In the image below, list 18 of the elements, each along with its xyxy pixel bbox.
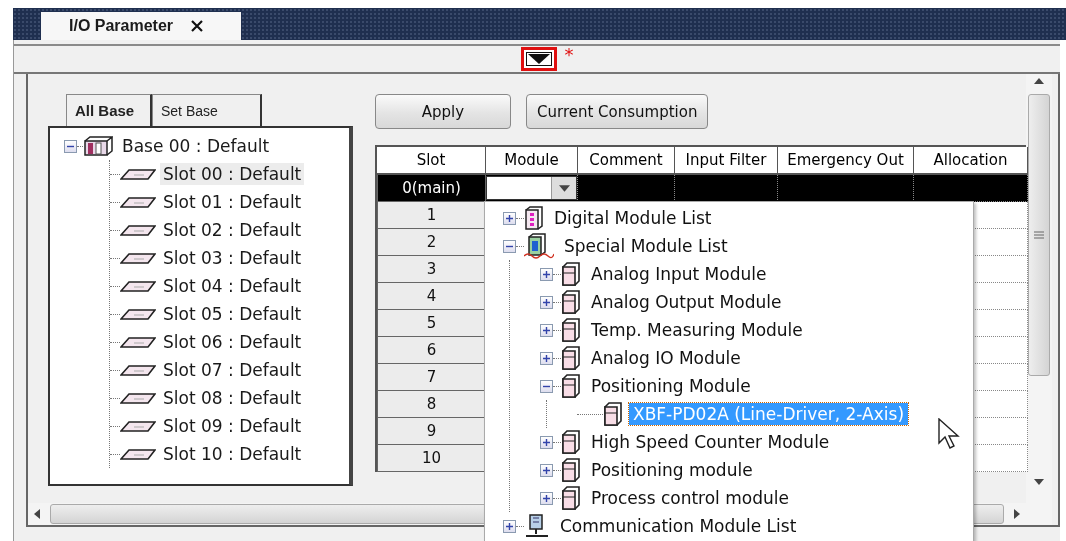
column-header: Input Filter — [675, 147, 778, 175]
slot-cell: 10 — [377, 445, 486, 472]
slot-cell: 3 — [377, 256, 486, 283]
column-header: Allocation — [914, 147, 1028, 175]
slot-cell: 5 — [377, 310, 486, 337]
column-header: Slot — [377, 147, 486, 175]
slot-cell: 9 — [377, 418, 486, 445]
slot-cell: 0(main) — [377, 175, 486, 202]
slot-cell: 8 — [377, 391, 486, 418]
modified-marker: * — [564, 44, 574, 65]
slot-cell: 4 — [377, 283, 486, 310]
slot-cell: 7 — [377, 364, 486, 391]
column-header: Emergency Out — [778, 147, 914, 175]
column-header: Module — [486, 147, 578, 175]
slot-cell: 6 — [377, 337, 486, 364]
slot-cell: 1 — [377, 202, 486, 229]
slot-cell: 2 — [377, 229, 486, 256]
column-header: Comment — [578, 147, 675, 175]
